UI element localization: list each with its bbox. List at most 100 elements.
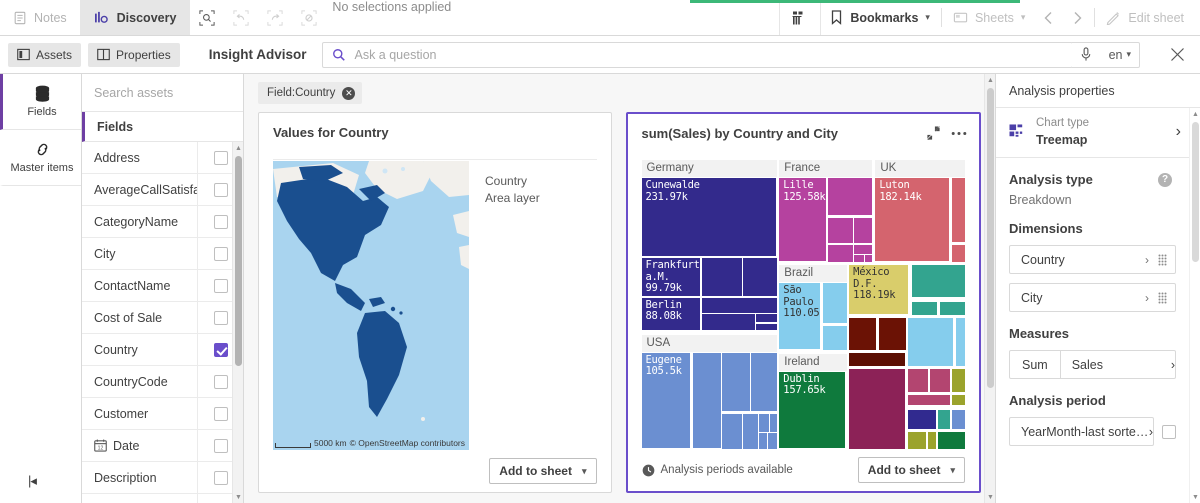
treemap-cell[interactable]: Frankfurt a.M. 99.79k [642, 258, 700, 296]
app-overview-button[interactable] [779, 0, 821, 35]
add-to-sheet-button-map[interactable]: Add to sheet ▾ [489, 458, 596, 484]
insight-card-map[interactable]: Values for Country [258, 112, 612, 493]
panel-resize-handle[interactable]: |◂ [28, 473, 36, 489]
treemap-cell[interactable] [930, 369, 950, 392]
treemap-group[interactable]: USAEugene 105.5k [642, 335, 777, 449]
measure-pill-sales[interactable]: Sum Sales › [1009, 350, 1176, 379]
voice-input-button[interactable] [1072, 42, 1102, 68]
list-item[interactable]: 12 Date [82, 430, 243, 462]
discovery-button[interactable]: Discovery [81, 0, 191, 35]
ask-question-search[interactable] [322, 42, 1072, 68]
treemap-cell[interactable] [865, 255, 872, 261]
selection-search-button[interactable] [190, 0, 224, 35]
treemap-cell[interactable]: Lille 125.58k [779, 178, 825, 261]
treemap-cell[interactable]: Cunewalde 231.97k [642, 178, 776, 256]
treemap-group[interactable]: BrazilSão Paulo 110.05k [779, 265, 846, 349]
list-item[interactable]: City [82, 238, 243, 270]
treemap-cell[interactable] [908, 432, 925, 449]
treemap-cell[interactable]: Dublin 157.65k [779, 372, 845, 448]
treemap-cell[interactable] [952, 245, 965, 262]
treemap-cell[interactable] [908, 369, 928, 392]
next-sheet-button[interactable] [1063, 0, 1092, 35]
list-item[interactable]: AverageCallSatisfa… [82, 174, 243, 206]
treemap-cell[interactable] [770, 414, 777, 432]
field-checkbox[interactable] [214, 183, 228, 197]
list-item[interactable]: ContactName [82, 270, 243, 302]
treemap-cell[interactable] [938, 432, 965, 449]
dimension-pill-country[interactable]: Country › [1009, 245, 1176, 274]
list-item[interactable] [82, 494, 243, 503]
treemap-cell[interactable] [823, 326, 847, 350]
scrollbar-thumb[interactable] [1192, 122, 1199, 262]
field-list-scrollbar[interactable]: ▲ ▼ [232, 142, 243, 503]
treemap-plot-area[interactable]: GermanyCunewalde 231.97kFrankfurt a.M. 9… [642, 160, 966, 449]
treemap-cell[interactable] [952, 369, 965, 392]
treemap-cell[interactable] [854, 218, 872, 244]
treemap-cell[interactable]: México D.F. 118.19k [849, 265, 908, 313]
measure-chevron-right-icon[interactable]: › [1171, 358, 1175, 372]
treemap-group[interactable]: FranceLille 125.58k [779, 160, 872, 262]
treemap-cell[interactable]: Eugene 105.5k [642, 353, 691, 448]
scroll-down-arrow-icon[interactable]: ▼ [1190, 491, 1200, 503]
treemap-group[interactable]: GermanyCunewalde 231.97kFrankfurt a.M. 9… [642, 160, 777, 330]
list-item[interactable]: Description [82, 462, 243, 494]
treemap-cell[interactable] [854, 255, 864, 261]
scroll-down-arrow-icon[interactable]: ▼ [233, 491, 243, 503]
notes-button[interactable]: Notes [0, 0, 81, 35]
edit-sheet-button[interactable]: Edit sheet [1097, 0, 1200, 35]
properties-scrollbar[interactable]: ▲ ▼ [1189, 108, 1200, 503]
help-icon[interactable]: ? [1158, 173, 1172, 187]
treemap-cell[interactable] [912, 302, 937, 315]
card-menu-button[interactable] [951, 131, 967, 136]
sidebar-item-fields[interactable]: Fields [0, 74, 81, 130]
treemap-chart[interactable]: GermanyCunewalde 231.97kFrankfurt a.M. 9… [642, 160, 966, 449]
sheets-button[interactable]: Sheets ▾ [944, 0, 1034, 35]
field-checkbox[interactable] [214, 215, 228, 229]
bookmarks-button[interactable]: Bookmarks ▾ [821, 0, 939, 35]
treemap-cell[interactable] [743, 258, 777, 296]
field-checkbox[interactable] [214, 279, 228, 293]
list-item[interactable]: CountryCode [82, 366, 243, 398]
list-item[interactable]: Country [82, 334, 243, 366]
add-to-sheet-chevron-down-icon[interactable]: ▾ [582, 466, 587, 477]
chart-type-chevron-right-icon[interactable]: › [1176, 123, 1181, 141]
analysis-period-chevron-right-icon[interactable]: › [1149, 425, 1153, 439]
treemap-cell[interactable] [908, 395, 950, 405]
list-item[interactable]: CategoryName [82, 206, 243, 238]
treemap-cell[interactable] [702, 298, 777, 314]
treemap-cell[interactable]: São Paulo 110.05k [779, 283, 820, 348]
dimension-chevron-right-icon[interactable]: › [1137, 291, 1157, 305]
filter-pill-country[interactable]: Field:Country ✕ [258, 82, 362, 104]
treemap-cell[interactable] [849, 369, 905, 449]
analysis-period-checkbox[interactable] [1162, 425, 1176, 439]
analysis-period-pill[interactable]: YearMonth-last sorte… › [1009, 417, 1154, 446]
treemap-cell[interactable] [940, 302, 965, 315]
treemap-cell[interactable] [768, 433, 776, 449]
treemap-cell[interactable] [952, 178, 965, 242]
treemap-cell[interactable] [743, 414, 758, 449]
treemap-cell[interactable] [956, 318, 965, 366]
treemap-cell[interactable] [828, 178, 872, 215]
treemap-cell[interactable] [702, 258, 741, 296]
drag-handle-icon[interactable] [1157, 254, 1175, 266]
treemap-cell[interactable] [952, 410, 965, 429]
treemap-cell[interactable] [823, 283, 847, 323]
scrollbar-thumb[interactable] [235, 156, 242, 366]
treemap-cell[interactable] [908, 318, 953, 366]
treemap-cell[interactable] [849, 318, 876, 350]
field-checkbox-checked[interactable] [214, 343, 228, 357]
field-checkbox[interactable] [214, 151, 228, 165]
treemap-cell[interactable]: Luton 182.14k [875, 178, 949, 261]
sidebar-item-master-items[interactable]: Master items [0, 130, 81, 186]
treemap-cell[interactable] [756, 314, 776, 322]
language-selector[interactable]: en ▾ [1101, 42, 1140, 68]
list-item[interactable]: Customer [82, 398, 243, 430]
field-checkbox[interactable] [214, 247, 228, 261]
close-insight-advisor-button[interactable] [1154, 47, 1200, 62]
field-checkbox[interactable] [214, 375, 228, 389]
treemap-cell[interactable] [722, 353, 749, 411]
chart-type-row[interactable]: Chart type Treemap › [996, 108, 1189, 158]
search-assets-input[interactable]: Search assets [82, 74, 243, 112]
properties-toggle-button[interactable]: Properties [88, 43, 180, 67]
treemap-cell[interactable] [828, 218, 853, 244]
